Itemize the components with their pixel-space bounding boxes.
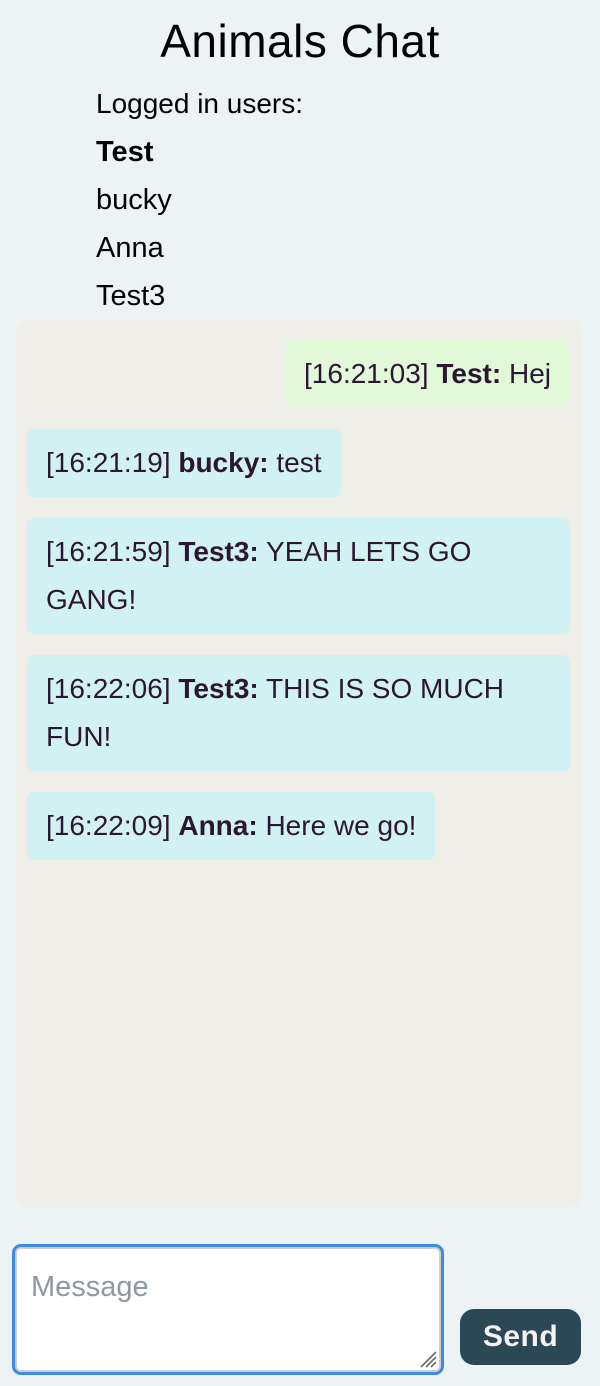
page-title: Animals Chat <box>160 15 440 67</box>
message-time: [16:21:59] <box>46 536 171 567</box>
message-bubble: [16:21:59] Test3: YEAH LETS GO GANG! <box>27 518 570 634</box>
message-author: Anna: <box>178 810 258 841</box>
user-item: Anna <box>96 232 164 264</box>
users-heading: Logged in users: <box>96 88 304 119</box>
resize-handle-icon[interactable] <box>417 1348 437 1368</box>
message-author: bucky: <box>178 447 269 478</box>
user-item: Test <box>96 136 154 168</box>
message-author: Test3: <box>178 536 259 567</box>
message-time: [16:21:19] <box>46 447 171 478</box>
message-bubble: [16:21:19] bucky: test <box>27 429 341 497</box>
message-text: Here we go! <box>265 810 417 841</box>
message-bubble: [16:22:09] Anna: Here we go! <box>27 792 436 860</box>
message-list[interactable]: [16:21:03] Test: Hej [16:21:19] bucky: t… <box>16 320 581 1207</box>
user-item: bucky <box>96 184 172 216</box>
message-input[interactable] <box>12 1244 444 1375</box>
message-text: Hej <box>508 358 551 389</box>
chat-app: Animals Chat Logged in users: Test bucky… <box>0 0 600 1386</box>
message-time: [16:21:03] <box>304 358 429 389</box>
message-author: Test: <box>436 358 502 389</box>
send-button[interactable]: Send <box>460 1309 581 1365</box>
message-bubble-own: [16:21:03] Test: Hej <box>285 340 570 408</box>
message-text: test <box>276 447 322 478</box>
user-list: Test bucky Anna Test3 <box>96 128 303 320</box>
message-composer: Send <box>12 1244 590 1376</box>
message-bubble: [16:22:06] Test3: THIS IS SO MUCH FUN! <box>27 655 570 771</box>
message-time: [16:22:09] <box>46 810 171 841</box>
message-author: Test3: <box>178 673 259 704</box>
message-time: [16:22:06] <box>46 673 171 704</box>
logged-in-users-panel: Logged in users: Test bucky Anna Test3 <box>96 80 303 320</box>
user-item: Test3 <box>96 280 166 312</box>
